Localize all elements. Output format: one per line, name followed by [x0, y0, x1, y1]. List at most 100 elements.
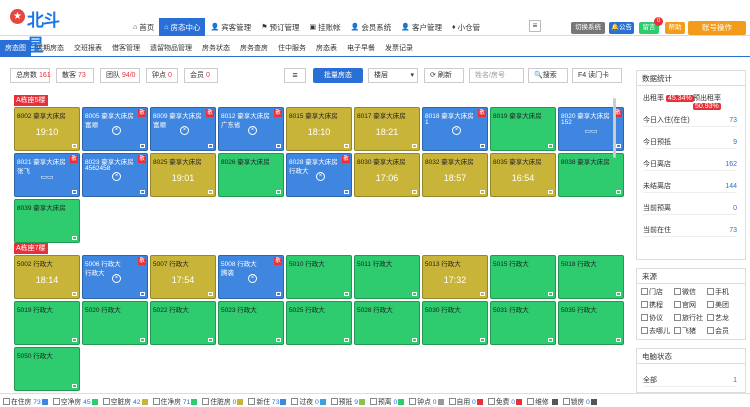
source-checkbox[interactable]: 美团 — [707, 299, 740, 312]
source-checkbox[interactable]: 协议 — [641, 312, 674, 325]
legend-item[interactable]: 锁房 0 — [562, 396, 597, 406]
nav-item[interactable]: 👤 宾客管理 — [205, 18, 256, 36]
room-card[interactable]: 5023 行政大 — [218, 301, 284, 345]
source-checkbox[interactable]: 官网 — [674, 299, 707, 312]
nav-item[interactable]: ⚑ 预订管理 — [256, 18, 304, 36]
room-card[interactable]: 8018 豪享大床房 1 × 散 — [422, 107, 488, 151]
room-card[interactable]: 5010 行政大 — [286, 255, 352, 299]
legend-item[interactable]: 维修 — [527, 396, 558, 406]
stat-3[interactable]: 钟点 0 — [146, 68, 178, 83]
source-checkbox[interactable]: 手机 — [707, 286, 740, 299]
nav-item[interactable]: ▣ 挂账帐 — [304, 18, 345, 36]
sub-nav-tab[interactable]: 房态表 — [311, 40, 342, 57]
room-card[interactable]: 5002 行政大 18:14 — [14, 255, 80, 299]
room-card[interactable]: 5019 行政大 — [14, 301, 80, 345]
source-checkbox[interactable]: 去哪儿 — [641, 325, 674, 338]
source-checkbox[interactable]: 飞猪 — [674, 325, 707, 338]
room-card[interactable]: 8002 豪享大床房 19:10 — [14, 107, 80, 151]
room-card[interactable]: 8028 豪享大床房 行政大 × 散 — [286, 153, 352, 197]
room-card[interactable]: 8009 豪享大床房 富顺 × 散 — [150, 107, 216, 151]
refresh-button[interactable]: ⟳ 刷新 — [424, 68, 464, 83]
search-input[interactable]: 姓名/房号 — [469, 68, 524, 83]
sub-nav-tab[interactable]: 住中服务 — [273, 40, 311, 57]
stat-4[interactable]: 会员 0 — [184, 68, 218, 83]
sub-nav-tab[interactable]: 借客管理 — [107, 40, 145, 57]
stat-row[interactable]: 今日离店 162 — [643, 159, 737, 171]
power-all-row[interactable]: 全部 1 — [643, 375, 737, 387]
account-button[interactable]: 账号操作 — [688, 21, 746, 35]
nav-item[interactable]: 👤 客户管理 — [396, 18, 447, 36]
source-checkbox[interactable]: 携程 — [641, 299, 674, 312]
room-card[interactable]: 5015 行政大 — [490, 255, 556, 299]
switch-system-button[interactable]: 切换系统 — [571, 22, 605, 34]
room-card[interactable]: 8019 豪享大床房 — [490, 107, 556, 151]
legend-item[interactable]: 在住房 73 — [3, 396, 48, 406]
sub-nav-tab[interactable]: 遗留物品管理 — [145, 40, 197, 57]
grid-scrollbar[interactable] — [613, 98, 616, 158]
room-card[interactable]: 5035 行政大 — [558, 301, 624, 345]
room-card[interactable]: 5025 行政大 — [286, 301, 352, 345]
nav-item[interactable]: 👤 会员系统 — [346, 18, 397, 36]
sub-nav-tab[interactable]: 房务状态 — [197, 40, 235, 57]
sub-nav-tab[interactable]: 远期房态 — [31, 40, 69, 57]
legend-item[interactable]: 过夜 0 — [291, 396, 326, 406]
room-card[interactable]: 5007 行政大 17:54 — [150, 255, 216, 299]
legend-item[interactable]: 空净房 45 — [52, 396, 98, 406]
stat-row[interactable]: 今日入住(在住) 73 — [643, 115, 737, 127]
room-card[interactable]: 5050 行政大 — [14, 347, 80, 391]
nav-item[interactable]: ⌂ 房态中心 — [159, 18, 206, 36]
source-checkbox[interactable]: 艺龙 — [707, 312, 740, 325]
nav-item[interactable]: ♦ 小仓管 — [447, 18, 485, 36]
room-card[interactable]: 8035 豪享大床房 16:54 — [490, 153, 556, 197]
source-checkbox[interactable]: 会员 — [707, 325, 740, 338]
stat-row[interactable]: 当前预离 0 — [643, 203, 737, 215]
legend-item[interactable]: 预抵 9 — [330, 396, 366, 406]
nav-item[interactable]: ⌂ 首页 — [128, 18, 159, 36]
stat-2[interactable]: 团队 94/0 — [100, 68, 140, 83]
room-card[interactable]: 8038 豪享大床房 — [558, 153, 624, 197]
menu-toggle-button[interactable]: ≡ — [529, 20, 541, 32]
room-card[interactable]: 5030 行政大 — [422, 301, 488, 345]
room-card[interactable]: 5020 行政大 — [82, 301, 148, 345]
sub-nav-tab[interactable]: 电子早餐 — [342, 40, 380, 57]
room-card[interactable]: 8030 豪享大床房 17:06 — [354, 153, 420, 197]
room-card[interactable]: 5013 行政大 17:32 — [422, 255, 488, 299]
room-card[interactable]: 8021 豪享大床房 张飞 ▭▭ 散 — [14, 153, 80, 197]
search-button[interactable]: 🔍搜索 — [528, 68, 568, 83]
room-card[interactable]: 8023 豪享大床房 4562458 × 散 — [82, 153, 148, 197]
legend-item[interactable]: 免费 0 — [487, 396, 523, 406]
legend-item[interactable]: 预离 0 — [370, 396, 405, 406]
room-card[interactable]: 8026 豪享大床房 — [218, 153, 284, 197]
legend-item[interactable]: 住脏房 0 — [202, 396, 244, 406]
sub-nav-tab[interactable]: 发票记录 — [380, 40, 418, 57]
legend-item[interactable]: 住净房 71 — [152, 396, 198, 406]
sub-nav-tab[interactable]: 交班报表 — [69, 40, 107, 57]
source-checkbox[interactable]: 门店 — [641, 286, 674, 299]
notice-button[interactable]: 🔔公告 — [609, 22, 634, 34]
list-view-button[interactable]: ≡ — [284, 68, 306, 83]
legend-item[interactable]: 自用 0 — [448, 396, 483, 406]
stat-0[interactable]: 总房数 161 — [10, 68, 51, 83]
source-checkbox[interactable]: 微信 — [674, 286, 707, 299]
room-card[interactable]: 8005 豪享大床房 富顺 × 散 — [82, 107, 148, 151]
stat-1[interactable]: 散客 73 — [56, 68, 94, 83]
help-button[interactable]: 帮助 — [665, 22, 685, 34]
room-card[interactable]: 5031 行政大 — [490, 301, 556, 345]
room-card[interactable]: 8032 豪享大床房 18:57 — [422, 153, 488, 197]
room-card[interactable]: 8012 豪享大床房 广东省 × 散 — [218, 107, 284, 151]
stat-row[interactable]: 今日预抵 9 — [643, 137, 737, 149]
batch-status-button[interactable]: 批量房态 — [313, 68, 363, 83]
legend-item[interactable]: 新住 73 — [248, 396, 287, 406]
source-checkbox[interactable]: 旅行社 — [674, 312, 707, 325]
sub-nav-tab[interactable]: 房态图 — [0, 40, 31, 57]
stat-row[interactable]: 未结离店 144 — [643, 181, 737, 193]
floor-select[interactable]: 楼层 ▾ — [368, 68, 418, 83]
room-card[interactable]: 5028 行政大 — [354, 301, 420, 345]
room-card[interactable]: 5008 行政大 腾袭 × 散 — [218, 255, 284, 299]
room-card[interactable]: 5018 行政大 — [558, 255, 624, 299]
room-card[interactable]: 5006 行政大 行政大 × 散 — [82, 255, 148, 299]
room-card[interactable]: 5022 行政大 — [150, 301, 216, 345]
stat-row[interactable]: 当前在住 73 — [643, 225, 737, 237]
legend-item[interactable]: 钟点 0 — [409, 396, 444, 406]
room-card[interactable]: 8039 豪享大床房 — [14, 199, 80, 243]
